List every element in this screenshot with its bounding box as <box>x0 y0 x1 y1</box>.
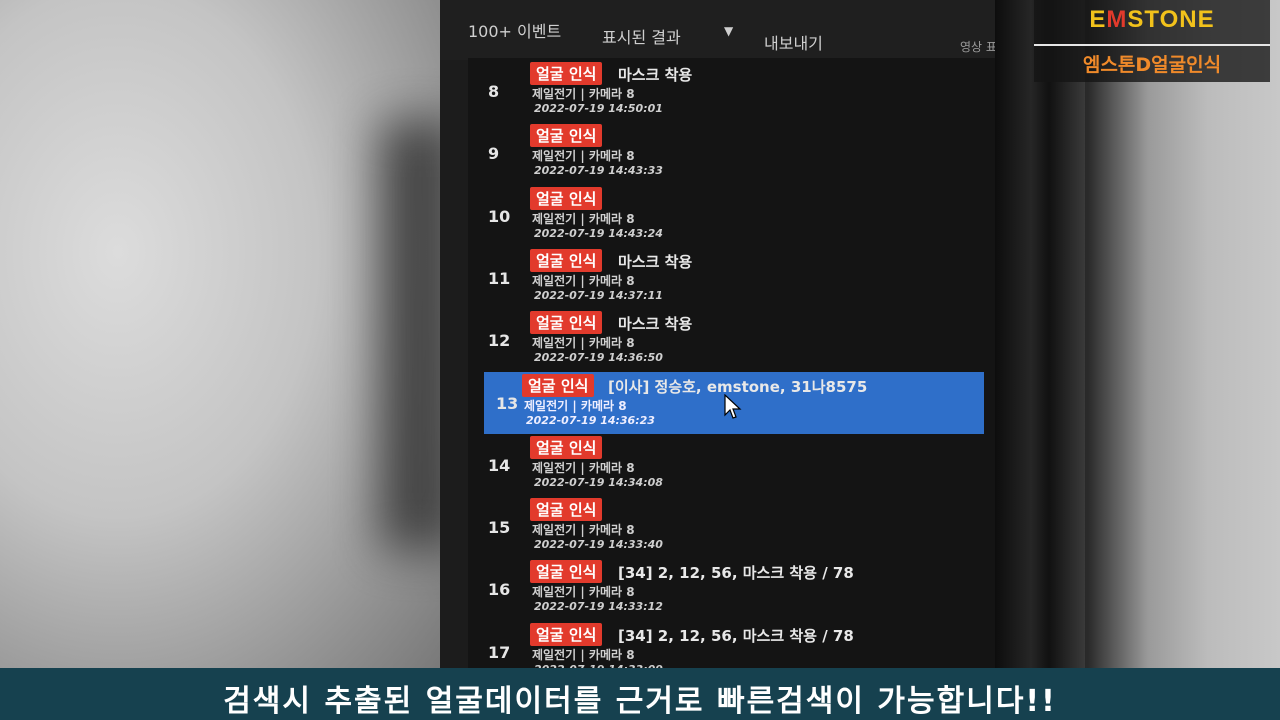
results-filter-button[interactable]: 표시된 결과 <box>602 24 681 48</box>
event-location: 제일전기 | 카메라 8 <box>532 149 635 164</box>
export-button[interactable]: 내보내기 <box>764 30 823 54</box>
face-recognition-badge: 얼굴 인식 <box>530 560 603 584</box>
event-row[interactable]: 9 얼굴 인식 제일전기 | 카메라 8 2022-07-19 14:43:33 <box>468 122 988 184</box>
event-location: 제일전기 | 카메라 8 <box>532 585 635 600</box>
event-timestamp: 2022-07-19 14:33:12 <box>534 600 663 614</box>
face-recognition-badge: 얼굴 인식 <box>530 311 603 335</box>
event-row[interactable]: 16 얼굴 인식 [34] 2, 12, 56, 마스크 착용 / 78 제일전기 |… <box>468 558 988 620</box>
event-row[interactable]: 17 얼굴 인식 [34] 2, 12, 56, 마스크 착용 / 78 제일전기 |… <box>468 621 988 670</box>
face-recognition-badge: 얼굴 인식 <box>530 186 603 210</box>
subtitle-text: 검색시 추출된 얼굴데이터를 근거로 빠른검색이 가능합니다!! <box>223 684 1057 719</box>
event-description: 마스크 착용 <box>618 66 693 84</box>
event-number: 10 <box>488 206 511 226</box>
event-location: 제일전기 | 카메라 8 <box>532 336 635 351</box>
event-timestamp: 2022-07-19 14:43:24 <box>534 226 663 240</box>
logo-subtitle: 엠스톤D얼굴인식 <box>1082 54 1222 76</box>
event-row[interactable]: 10 얼굴 인식 제일전기 | 카메라 8 2022-07-19 14:43:24 <box>468 185 988 247</box>
event-number: 17 <box>488 642 511 662</box>
monitor-screen: 100+ 이벤트 표시된 결과 ▼ 내보내기 영상 표시 8 얼굴 인식 마스크 착… <box>440 0 1030 670</box>
event-description: 마스크 착용 <box>618 315 693 334</box>
event-number: 8 <box>488 82 500 101</box>
chevron-down-icon[interactable]: ▼ <box>724 24 733 38</box>
event-timestamp: 2022-07-19 14:43:33 <box>534 164 663 178</box>
face-recognition-badge: 얼굴 인식 <box>530 435 603 459</box>
face-recognition-badge: 얼굴 인식 <box>530 498 603 522</box>
event-number: 13 <box>496 393 519 413</box>
event-location: 제일전기 | 카메라 8 <box>532 647 635 662</box>
event-timestamp: 2022-07-19 14:37:11 <box>534 288 663 302</box>
event-number: 14 <box>488 455 511 475</box>
face-recognition-badge: 얼굴 인식 <box>530 248 603 272</box>
event-timestamp: 2022-07-19 14:36:23 <box>526 413 655 427</box>
face-recognition-badge: 얼굴 인식 <box>530 124 603 148</box>
event-timestamp: 2022-07-19 14:36:50 <box>534 351 663 365</box>
logo-divider <box>1034 44 1270 46</box>
emstone-logo: EMSTONE 엠스톤D얼굴인식 <box>1034 0 1270 82</box>
event-list: 8 얼굴 인식 마스크 착용 제일전기 | 카메라 8 2022-07-19 14:50… <box>468 58 1028 670</box>
face-recognition-badge: 얼굴 인식 <box>530 62 603 85</box>
event-location: 제일전기 | 카메라 8 <box>532 211 635 226</box>
event-location: 제일전기 | 카메라 8 <box>532 460 635 475</box>
event-timestamp: 2022-07-19 14:33:40 <box>534 538 663 552</box>
face-recognition-badge: 얼굴 인식 <box>530 622 603 646</box>
event-row[interactable]: 8 얼굴 인식 마스크 착용제일전기 | 카메라 8 2022-07-19 14:50… <box>468 60 988 122</box>
event-description: 마스크 착용 <box>618 252 693 271</box>
event-count-label: 100+ 이벤트 <box>468 22 562 41</box>
event-number: 15 <box>488 518 511 538</box>
logo-brand: EMSTONE <box>1089 6 1215 33</box>
face-recognition-badge: 얼굴 인식 <box>522 373 595 397</box>
event-timestamp: 2022-07-19 14:50:01 <box>534 102 663 115</box>
event-location: 제일전기 | 카메라 8 <box>524 398 627 413</box>
event-location: 제일전기 | 카메라 8 <box>532 273 635 288</box>
event-row[interactable]: 12 얼굴 인식 마스크 착용제일전기 | 카메라 8 2022-07-19 14:3… <box>468 309 988 371</box>
event-row[interactable]: 14 얼굴 인식 제일전기 | 카메라 8 2022-07-19 14:34:08 <box>468 434 988 496</box>
event-description: [34] 2, 12, 56, 마스크 착용 / 78 <box>618 564 854 583</box>
subtitle-bar: 검색시 추출된 얼굴데이터를 근거로 빠른검색이 가능합니다!! <box>0 668 1280 720</box>
event-toolbar: 100+ 이벤트 표시된 결과 ▼ 내보내기 영상 표시 <box>440 0 1030 60</box>
event-row[interactable]: 15 얼굴 인식 제일전기 | 카메라 8 2022-07-19 14:33:40 <box>468 496 988 558</box>
event-number: 11 <box>488 268 511 288</box>
event-timestamp: 2022-07-19 14:34:08 <box>534 475 663 489</box>
event-number: 9 <box>488 144 500 164</box>
event-location: 제일전기 | 카메라 8 <box>532 523 635 538</box>
monitor-bezel <box>995 0 1085 720</box>
event-location: 제일전기 | 카메라 8 <box>532 87 635 101</box>
event-row[interactable]: 11 얼굴 인식 마스크 착용제일전기 | 카메라 8 2022-07-19 14:3… <box>468 247 988 309</box>
event-description: [34] 2, 12, 56, 마스크 착용 / 78 <box>618 626 854 645</box>
event-number: 12 <box>488 331 511 351</box>
event-number: 16 <box>488 580 511 600</box>
